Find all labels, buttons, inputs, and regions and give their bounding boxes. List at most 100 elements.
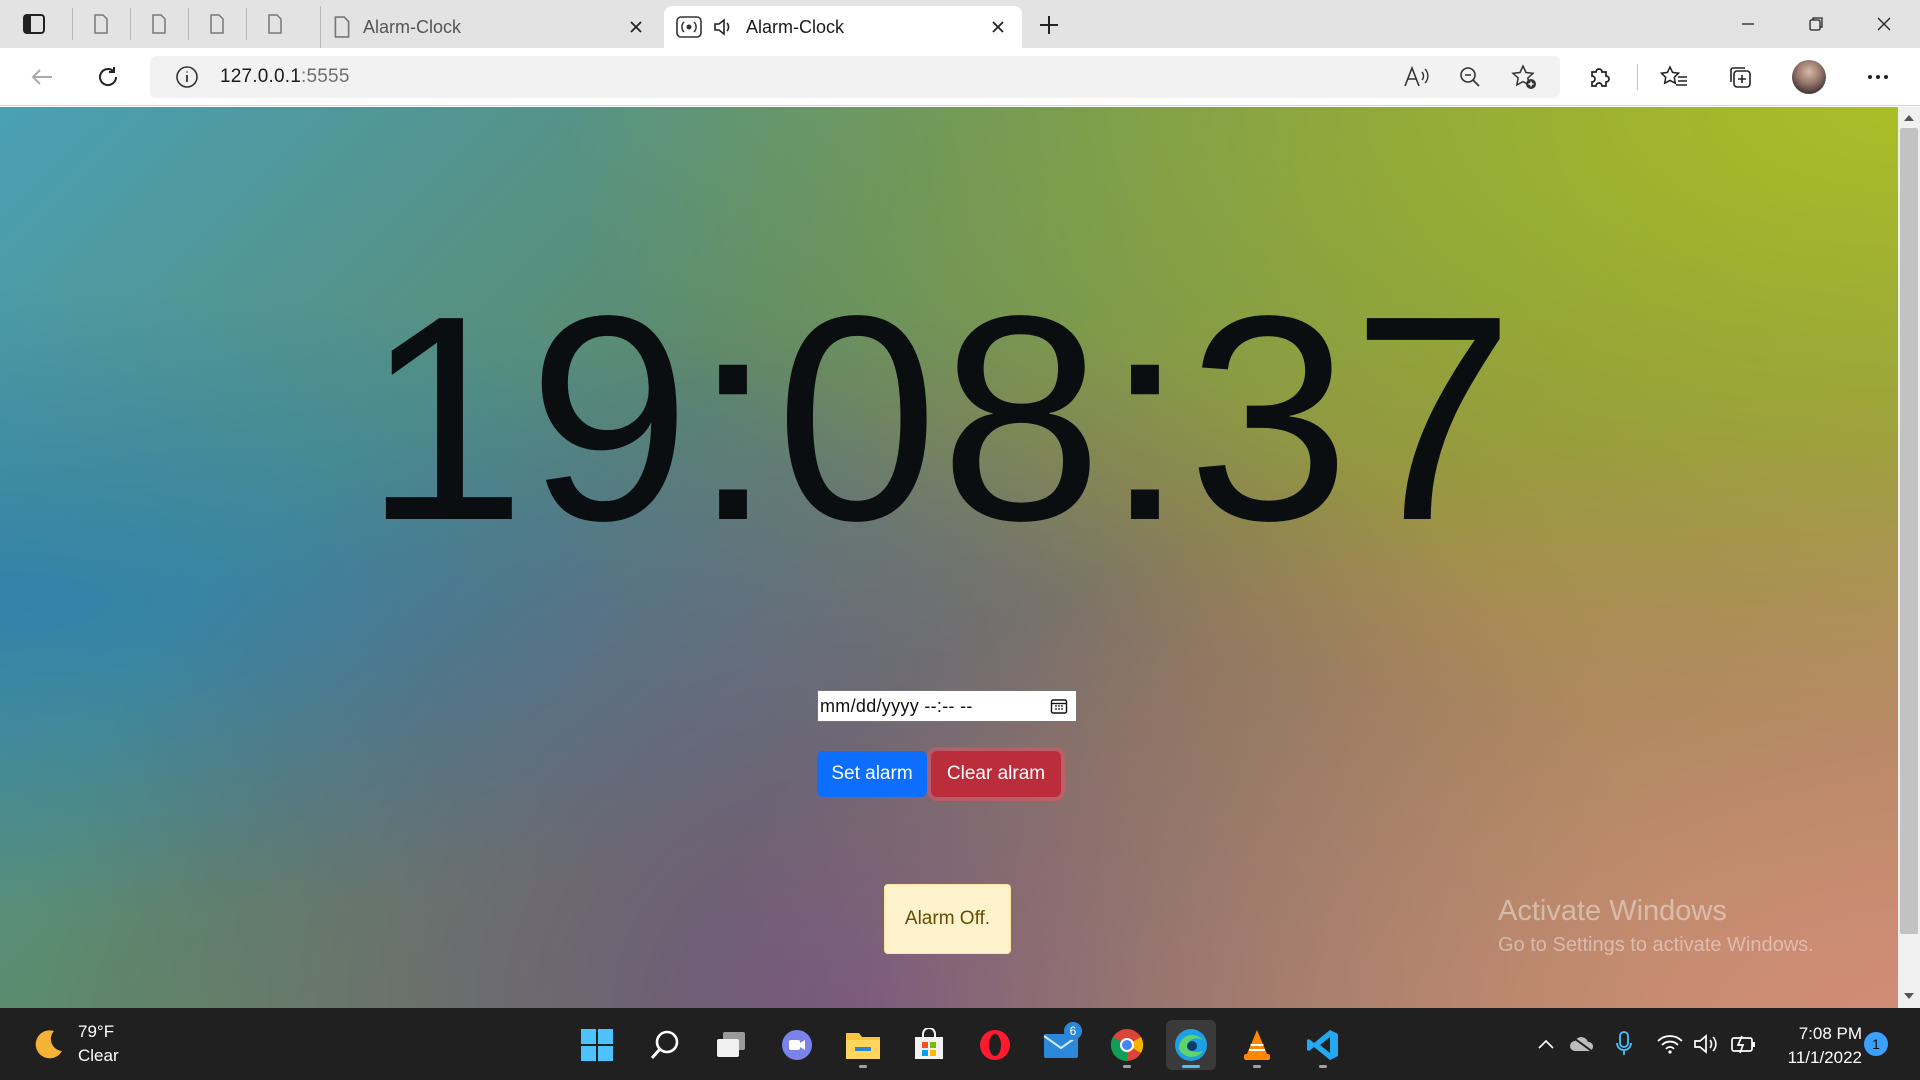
notification-center-badge[interactable]: 1	[1864, 1032, 1888, 1056]
close-tab-button[interactable]	[986, 15, 1010, 39]
new-tab-button[interactable]	[1032, 10, 1066, 40]
refresh-button[interactable]	[88, 58, 128, 96]
address-bar[interactable]: 127.0.0.1:5555	[150, 56, 1560, 98]
plus-icon	[1040, 16, 1058, 34]
running-indicator	[1123, 1065, 1131, 1068]
taskbar-date: 11/1/2022	[1787, 1048, 1862, 1067]
chevron-up-icon	[1538, 1039, 1554, 1049]
tab-alarm-clock-active[interactable]: Alarm-Clock	[664, 6, 1022, 48]
microsoft-store-button[interactable]	[904, 1020, 954, 1070]
alarm-datetime-input[interactable]: mm/dd/yyyy --:-- --	[817, 690, 1077, 722]
watermark-subtitle: Go to Settings to activate Windows.	[1498, 934, 1814, 956]
set-alarm-button[interactable]: Set alarm	[817, 751, 927, 797]
running-indicator	[1253, 1065, 1261, 1068]
add-favorite-button[interactable]	[1506, 59, 1542, 95]
collections-icon	[1730, 67, 1751, 88]
task-view-button[interactable]	[706, 1020, 756, 1070]
mail-unread-badge: 6	[1064, 1022, 1082, 1040]
teams-chat-button[interactable]	[772, 1020, 822, 1070]
microphone-button[interactable]	[1608, 1028, 1640, 1060]
puzzle-icon	[1591, 68, 1610, 87]
tab-actions-icon	[23, 14, 45, 34]
star-add-icon	[1511, 64, 1536, 89]
search-button[interactable]	[640, 1020, 690, 1070]
back-button[interactable]	[22, 58, 62, 96]
zoom-out-icon	[1460, 67, 1480, 87]
restore-icon	[1809, 17, 1823, 31]
collections-button[interactable]	[1720, 58, 1760, 96]
read-aloud-button[interactable]	[1398, 59, 1434, 95]
show-hidden-icons-button[interactable]	[1530, 1028, 1562, 1060]
store-icon	[915, 1028, 943, 1059]
scroll-down-button[interactable]	[1898, 986, 1920, 1006]
alarm-status-alert: Alarm Off.	[884, 884, 1011, 954]
close-window-button[interactable]	[1864, 8, 1904, 40]
url-text[interactable]: 127.0.0.1:5555	[220, 66, 350, 88]
tab-actions-button[interactable]	[18, 10, 50, 38]
close-tab-button[interactable]	[624, 15, 648, 39]
scroll-up-button[interactable]	[1898, 108, 1920, 128]
extensions-button[interactable]	[1580, 58, 1620, 96]
chrome-button[interactable]	[1102, 1020, 1152, 1070]
battery-button[interactable]	[1728, 1028, 1760, 1060]
url-port: :5555	[301, 66, 350, 87]
speaker-icon	[1694, 1034, 1717, 1054]
chevron-up-icon	[1904, 115, 1914, 121]
read-aloud-icon	[1404, 66, 1429, 87]
windows-logo-icon	[581, 1029, 613, 1061]
pinned-tab-2[interactable]	[130, 8, 186, 40]
chat-icon	[782, 1030, 812, 1060]
pinned-tab-4[interactable]	[246, 8, 302, 40]
pinned-tab-1[interactable]	[72, 8, 128, 40]
datetime-placeholder: mm/dd/yyyy --:-- --	[820, 695, 973, 716]
moon-icon	[35, 1030, 62, 1059]
tab-title: Alarm-Clock	[363, 16, 462, 37]
toolbar-separator	[1637, 64, 1638, 90]
start-button[interactable]	[572, 1020, 622, 1070]
document-icon	[93, 14, 108, 34]
tab-title: Alarm-Clock	[746, 16, 845, 37]
opera-icon	[980, 1030, 1010, 1060]
taskbar-clock[interactable]: 7:08 PM 11/1/2022	[1766, 1022, 1862, 1070]
tab-alarm-clock[interactable]: Alarm-Clock	[320, 6, 660, 48]
battery-charging-icon	[1731, 1035, 1755, 1054]
weather-condition: Clear	[78, 1046, 119, 1065]
running-indicator	[1319, 1065, 1327, 1068]
speaker-icon[interactable]	[712, 16, 734, 38]
edge-button[interactable]	[1166, 1020, 1216, 1070]
wifi-button[interactable]	[1654, 1028, 1686, 1060]
weather-widget[interactable]: 79°F Clear	[28, 1020, 119, 1068]
calendar-picker-button[interactable]	[1048, 695, 1070, 717]
url-host: 127.0.0.1	[220, 66, 302, 87]
favorites-button[interactable]	[1654, 58, 1694, 96]
volume-button[interactable]	[1690, 1028, 1722, 1060]
digital-clock: 19:08:37	[363, 255, 1517, 581]
zoom-out-button[interactable]	[1452, 59, 1488, 95]
restore-button[interactable]	[1796, 8, 1836, 40]
file-explorer-button[interactable]	[838, 1020, 888, 1070]
profile-avatar[interactable]	[1792, 60, 1826, 94]
site-info-button[interactable]	[174, 64, 200, 90]
opera-button[interactable]	[970, 1020, 1020, 1070]
document-icon	[267, 14, 282, 34]
mail-button[interactable]: 6	[1036, 1020, 1086, 1070]
vscode-button[interactable]	[1298, 1020, 1348, 1070]
pinned-tab-3[interactable]	[188, 8, 244, 40]
clear-alarm-button[interactable]: Clear alram	[931, 751, 1061, 797]
close-icon	[992, 21, 1004, 33]
tab-strip: Alarm-Clock Alarm-Clock	[0, 0, 1920, 48]
task-view-icon	[717, 1032, 745, 1057]
scrollbar-thumb[interactable]	[1900, 128, 1918, 934]
document-icon	[151, 14, 166, 34]
close-icon	[1877, 17, 1891, 31]
weather-temperature: 79°F	[78, 1022, 115, 1041]
onedrive-button[interactable]	[1566, 1028, 1598, 1060]
watermark-title: Activate Windows	[1498, 895, 1727, 927]
more-dots-icon	[1868, 75, 1888, 79]
info-icon	[176, 66, 198, 88]
activate-windows-watermark: Activate Windows Go to Settings to activ…	[1498, 895, 1814, 957]
vlc-button[interactable]	[1232, 1020, 1282, 1070]
minimize-icon	[1742, 23, 1754, 25]
settings-more-button[interactable]	[1858, 58, 1898, 96]
minimize-button[interactable]	[1728, 8, 1768, 40]
